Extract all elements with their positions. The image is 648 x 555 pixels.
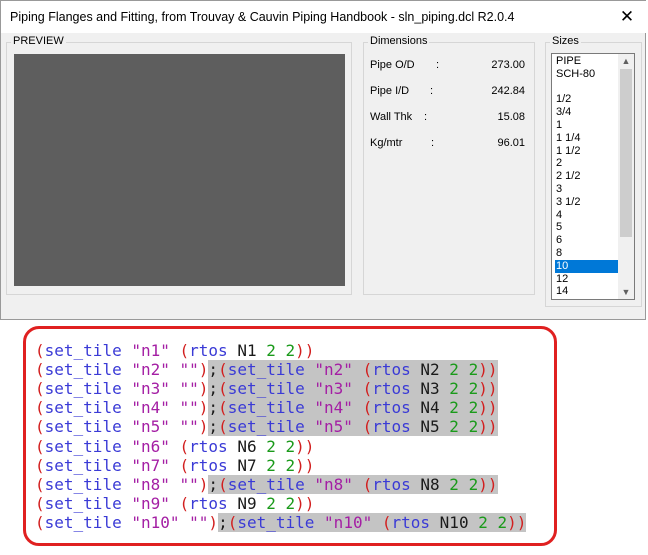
wall-thk-label: Wall Thk [370,111,413,123]
kg-mtr-label: Kg/mtr [370,137,403,149]
size-list-item[interactable]: 3/4 [555,106,618,119]
code-line-commented: ;(set_tile "n10" (rtos N10 2 2)) [218,512,527,532]
code-line: (set_tile "n1" (rtos N1 2 2)) [35,341,314,360]
code-line-commented: ;(set_tile "n3" (rtos N3 2 2)) [208,379,498,399]
code-line-active: (set_tile "n6" (rtos N6 2 2)) [35,436,315,456]
title-bar: Piping Flanges and Fitting, from Trouvay… [1,1,647,33]
size-list-item[interactable]: 6 [555,234,618,247]
size-list-item[interactable]: 1 1/4 [555,132,618,145]
code-line-commented: ;(set_tile "n5" (rtos N5 2 2)) [208,417,498,437]
code-line: (set_tile "n9" (rtos N9 2 2)) [35,494,314,513]
pipe-od-colon: : [436,59,440,71]
code-line: (set_tile "n3" "");(set_tile "n3" (rtos … [35,379,498,399]
code-line: (set_tile "n8" "");(set_tile "n8" (rtos … [35,474,498,494]
code-line: (set_tile "n4" "");(set_tile "n4" (rtos … [35,398,498,418]
size-list-item[interactable]: PIPE [555,55,618,68]
dimensions-group: Dimensions [363,35,535,295]
size-list-item[interactable]: 2 1/2 [555,170,618,183]
code-line: (set_tile "n5" "");(set_tile "n5" (rtos … [35,417,498,437]
preview-image [14,54,345,286]
code-line-active: (set_tile "n7" (rtos N7 2 2)) [35,455,315,475]
size-list-item[interactable]: 4 [555,209,618,222]
sizes-listbox[interactable]: PIPE SCH-80 1/2 3/4 1 1 1/4 1 1/2 2 2 1/2 3 3 1/2 4… [551,53,635,300]
size-list-item[interactable]: 5 [555,221,618,234]
size-list-item[interactable]: 8 [555,247,618,260]
code-line-commented: ;(set_tile "n2" (rtos N2 2 2)) [208,360,498,380]
code-line-commented: ;(set_tile "n8" (rtos N8 2 2)) [208,474,498,494]
code-line-commented: ;(set_tile "n4" (rtos N4 2 2)) [208,398,498,418]
size-list-item[interactable] [555,81,618,94]
code-line-active: (set_tile "n5" "") [35,417,209,437]
size-list-item[interactable]: 1/2 [555,93,618,106]
size-list-item[interactable]: 2 [555,157,618,170]
code-line-active: (set_tile "n4" "") [35,398,209,418]
pipe-id-label: Pipe I/D [370,85,410,97]
dimensions-label: Dimensions [368,35,430,47]
size-list-item[interactable]: 3 1/2 [555,196,618,209]
code-line: (set_tile "n10" "");(set_tile "n10" (rto… [35,512,527,532]
sizes-label: Sizes [550,35,581,47]
wall-thk-value: 15.08 [497,111,525,123]
size-list-item[interactable]: 1 [555,119,618,132]
code-line: (set_tile "n7" (rtos N7 2 2)) [35,456,314,475]
scroll-thumb[interactable] [620,69,632,237]
size-list-item[interactable]: 14 [555,285,618,298]
code-line-active: (set_tile "n8" "") [35,474,209,494]
code-line-active: (set_tile "n9" (rtos N9 2 2)) [35,493,315,513]
pipe-id-value: 242.84 [491,85,525,97]
sizes-scrollbar[interactable]: ▲ ▼ [618,54,634,299]
code-line-active: (set_tile "n2" "") [35,360,209,380]
code-line-active: (set_tile "n10" "") [35,512,219,532]
close-button[interactable]: ✕ [607,1,647,33]
size-list-item[interactable]: 1 1/2 [555,145,618,158]
size-list-item[interactable]: 12 [555,273,618,286]
code-line: (set_tile "n6" (rtos N6 2 2)) [35,437,314,456]
code-line-active: (set_tile "n3" "") [35,379,209,399]
size-list-item[interactable]: 10 [555,259,618,273]
wall-thk-colon: : [424,111,428,123]
size-list-item[interactable]: SCH-80 [555,68,618,81]
preview-label: PREVIEW [11,35,66,47]
pipe-id-colon: : [430,85,434,97]
scroll-down-arrow-icon[interactable]: ▼ [618,285,634,299]
scroll-up-arrow-icon[interactable]: ▲ [618,54,634,68]
pipe-od-value: 273.00 [491,59,525,71]
kg-mtr-value: 96.01 [497,137,525,149]
code-line-active: (set_tile "n1" (rtos N1 2 2)) [35,341,315,360]
pipe-od-label: Pipe O/D [370,59,415,71]
window-title: Piping Flanges and Fitting, from Trouvay… [10,10,515,24]
kg-mtr-colon: : [431,137,435,149]
size-list-item[interactable]: 3 [555,183,618,196]
code-line: (set_tile "n2" "");(set_tile "n2" (rtos … [35,360,498,380]
